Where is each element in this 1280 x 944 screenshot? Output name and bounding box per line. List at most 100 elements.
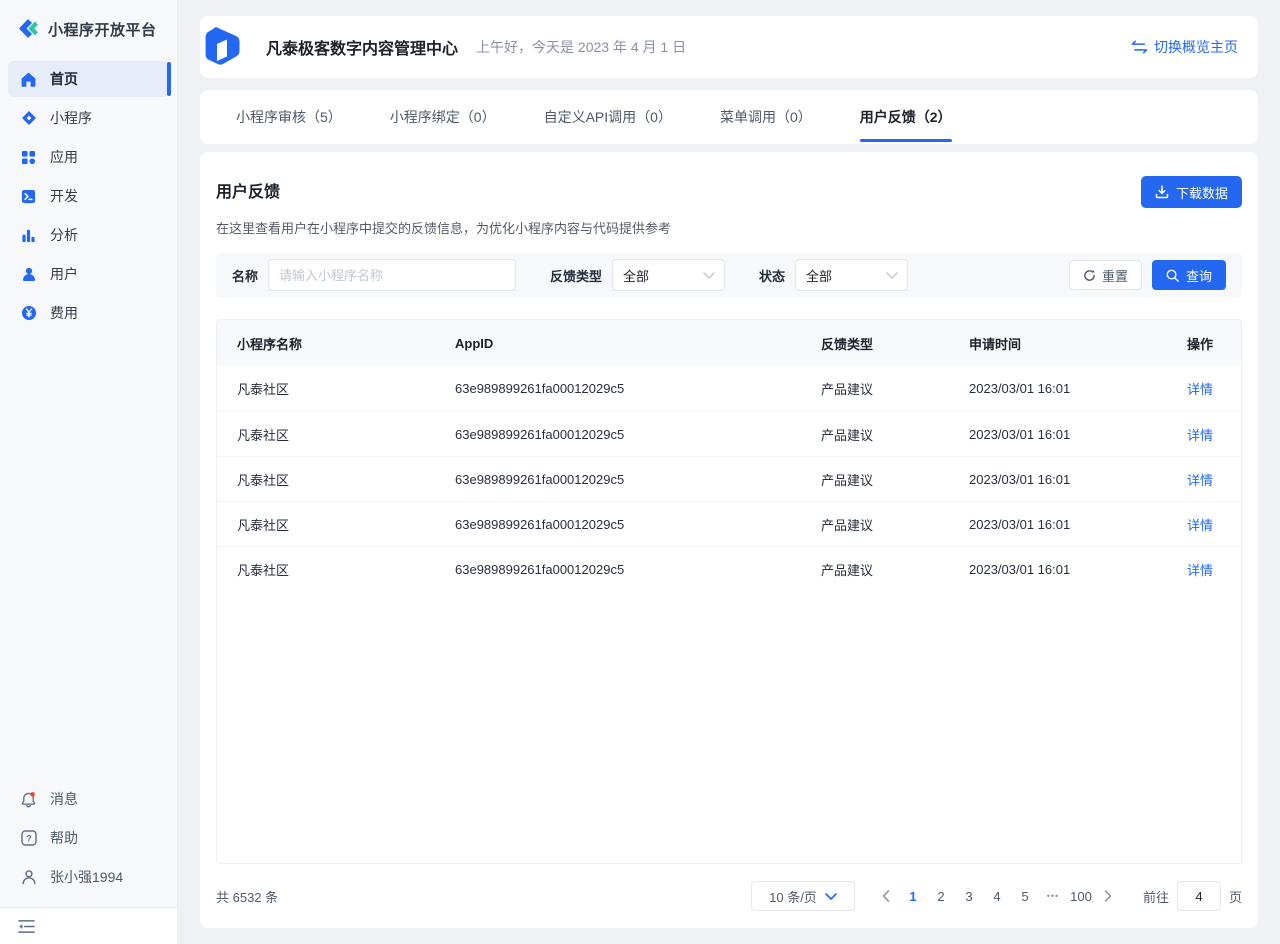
chevron-down-icon — [825, 893, 837, 900]
bell-icon — [20, 791, 37, 808]
goto-page-input[interactable] — [1177, 881, 1221, 911]
more-pages-icon[interactable]: ••• — [1039, 882, 1067, 910]
chevron-down-icon — [703, 272, 715, 279]
sidebar-item-apps[interactable]: 应用 — [8, 139, 169, 175]
tab-miniprogram-binding[interactable]: 小程序绑定（0） — [390, 90, 496, 144]
sidebar-item-label: 费用 — [50, 303, 78, 323]
page-size-select[interactable]: 10 条/页 — [751, 881, 855, 911]
user-icon — [20, 266, 37, 283]
chevron-down-icon — [886, 272, 898, 279]
download-data-button[interactable]: 下载数据 — [1141, 176, 1242, 208]
table-body: 凡泰社区 63e989899261fa00012029c5 产品建议 2023/… — [217, 366, 1241, 591]
type-filter-select[interactable]: 全部 — [612, 259, 725, 291]
page-number-last[interactable]: 100 — [1067, 882, 1095, 910]
sidebar-item-label: 张小强1994 — [50, 867, 123, 887]
status-filter-label: 状态 — [759, 266, 785, 285]
tab-menu-calls[interactable]: 菜单调用（0） — [720, 90, 812, 144]
terminal-icon — [20, 188, 37, 205]
sidebar-item-help[interactable]: ? 帮助 — [8, 820, 169, 856]
sidebar-item-analytics[interactable]: 分析 — [8, 217, 169, 253]
col-header-type: 反馈类型 — [821, 334, 969, 353]
sidebar-nav: 首页 小程序 应用 开发 分析 — [0, 55, 177, 331]
section-description: 在这里查看用户在小程序中提交的反馈信息，为优化小程序内容与代码提供参考 — [216, 218, 671, 237]
pagination-bar: 共 6532 条 10 条/页 1 2 3 4 5 ••• 100 前往 — [216, 864, 1242, 928]
help-icon: ? — [20, 830, 37, 847]
sidebar-item-label: 分析 — [50, 225, 78, 245]
detail-link[interactable]: 详情 — [1187, 428, 1213, 443]
search-icon — [1166, 269, 1179, 282]
sidebar-bottom: 消息 ? 帮助 张小强1994 — [0, 781, 177, 898]
name-filter-label: 名称 — [232, 266, 258, 285]
brand: 小程序开放平台 — [0, 0, 177, 55]
workspace-title: 凡泰极客数字内容管理中心 — [266, 35, 458, 59]
col-header-name: 小程序名称 — [217, 334, 455, 353]
sidebar-item-fees[interactable]: 费用 — [8, 295, 169, 331]
detail-link[interactable]: 详情 — [1187, 473, 1213, 488]
tab-miniprogram-review[interactable]: 小程序审核（5） — [236, 90, 342, 144]
user-feedback-panel: 用户反馈 在这里查看用户在小程序中提交的反馈信息，为优化小程序内容与代码提供参考… — [200, 152, 1258, 928]
header-card: 凡泰极客数字内容管理中心 上午好，今天是 2023 年 4 月 1 日 切换概览… — [200, 16, 1258, 78]
sidebar-item-users[interactable]: 用户 — [8, 256, 169, 292]
table-row: 凡泰社区 63e989899261fa00012029c5 产品建议 2023/… — [217, 501, 1241, 546]
table-row: 凡泰社区 63e989899261fa00012029c5 产品建议 2023/… — [217, 366, 1241, 411]
table-row: 凡泰社区 63e989899261fa00012029c5 产品建议 2023/… — [217, 546, 1241, 591]
page-number[interactable]: 5 — [1011, 882, 1039, 910]
swap-icon — [1131, 40, 1148, 54]
filter-bar: 名称 反馈类型 全部 状态 全部 — [216, 253, 1242, 297]
detail-link[interactable]: 详情 — [1187, 518, 1213, 533]
prev-page-button[interactable] — [873, 882, 899, 910]
table-row: 凡泰社区 63e989899261fa00012029c5 产品建议 2023/… — [217, 456, 1241, 501]
goto-suffix: 页 — [1229, 887, 1242, 906]
sidebar-item-label: 应用 — [50, 147, 78, 167]
table-header-row: 小程序名称 AppID 反馈类型 申请时间 操作 — [217, 320, 1241, 366]
page-number[interactable]: 2 — [927, 882, 955, 910]
diamond-icon — [20, 110, 37, 127]
status-filter-select[interactable]: 全部 — [795, 259, 908, 291]
sidebar-item-label: 帮助 — [50, 828, 78, 848]
total-count: 共 6532 条 — [216, 887, 278, 906]
greeting-text: 上午好，今天是 2023 年 4 月 1 日 — [476, 37, 686, 57]
sidebar: 小程序开放平台 首页 小程序 应用 开发 — [0, 0, 178, 944]
sidebar-item-label: 小程序 — [50, 108, 92, 128]
download-icon — [1155, 185, 1169, 199]
tab-user-feedback[interactable]: 用户反馈（2） — [860, 90, 952, 144]
switch-overview-link[interactable]: 切换概览主页 — [1131, 37, 1238, 57]
next-page-button[interactable] — [1095, 882, 1121, 910]
brand-logo-icon — [16, 17, 40, 41]
refresh-icon — [1083, 269, 1096, 282]
collapse-sidebar-icon[interactable] — [18, 919, 35, 934]
detail-link[interactable]: 详情 — [1187, 382, 1213, 397]
reset-button[interactable]: 重置 — [1069, 260, 1142, 290]
goto-label: 前往 — [1143, 887, 1169, 906]
bar-chart-icon — [20, 227, 37, 244]
page-number[interactable]: 1 — [899, 882, 927, 910]
home-icon — [20, 71, 37, 88]
sidebar-item-develop[interactable]: 开发 — [8, 178, 169, 214]
col-header-time: 申请时间 — [969, 334, 1159, 353]
tabs-bar: 小程序审核（5） 小程序绑定（0） 自定义API调用（0） 菜单调用（0） 用户… — [200, 90, 1258, 144]
section-title: 用户反馈 — [216, 178, 671, 202]
page-number[interactable]: 4 — [983, 882, 1011, 910]
search-button[interactable]: 查询 — [1152, 260, 1226, 290]
tab-custom-api-calls[interactable]: 自定义API调用（0） — [544, 90, 672, 144]
brand-name: 小程序开放平台 — [48, 19, 157, 40]
yuan-coin-icon — [20, 305, 37, 322]
sidebar-item-messages[interactable]: 消息 — [8, 781, 169, 817]
name-filter-input[interactable] — [268, 259, 516, 291]
page-number[interactable]: 3 — [955, 882, 983, 910]
col-header-action: 操作 — [1159, 334, 1241, 353]
sidebar-item-label: 首页 — [50, 69, 78, 89]
table-row: 凡泰社区 63e989899261fa00012029c5 产品建议 2023/… — [217, 411, 1241, 456]
svg-text:?: ? — [26, 833, 32, 843]
grid-icon — [20, 149, 37, 166]
sidebar-item-account[interactable]: 张小强1994 — [8, 859, 169, 895]
feedback-table: 小程序名称 AppID 反馈类型 申请时间 操作 凡泰社区 63e9898992… — [216, 319, 1242, 864]
account-icon — [20, 869, 37, 886]
sidebar-item-label: 消息 — [50, 789, 78, 809]
app-logo-icon — [200, 24, 246, 70]
sidebar-item-label: 用户 — [50, 264, 78, 284]
type-filter-label: 反馈类型 — [550, 266, 602, 285]
sidebar-item-miniprogram[interactable]: 小程序 — [8, 100, 169, 136]
detail-link[interactable]: 详情 — [1187, 563, 1213, 578]
sidebar-item-home[interactable]: 首页 — [8, 61, 169, 97]
